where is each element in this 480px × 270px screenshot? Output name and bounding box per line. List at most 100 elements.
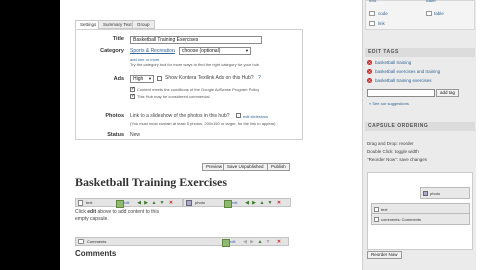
tag-input[interactable] — [367, 89, 435, 97]
delete-icon[interactable]: ✕ — [276, 200, 282, 206]
arrow-down-icon[interactable]: ▼ — [267, 200, 273, 206]
capsule-type-label: text — [86, 200, 93, 205]
arrow-up-icon[interactable]: ▲ — [151, 200, 157, 206]
ordering-help: "Reorder Now": save changes — [367, 157, 427, 162]
order-text-label: text — [381, 207, 388, 212]
suggestions-link[interactable]: » See our suggestions — [369, 101, 409, 106]
category-value[interactable]: Sports & Recreation — [130, 48, 175, 54]
capsule-link[interactable]: text — [369, 0, 376, 3]
photos-hint: (You must must contain at least 5 photos… — [130, 121, 276, 126]
ads-value: High — [133, 76, 144, 82]
empty-capsule-text: empty capsule. — [75, 216, 109, 222]
ordering-area: photo text comments: Comments — [367, 172, 473, 250]
comments-heading: Comments — [75, 249, 117, 258]
comments-icon — [78, 239, 84, 244]
delete-icon[interactable]: ✕ — [276, 239, 282, 245]
arrow-up-icon[interactable]: ▲ — [257, 239, 263, 245]
category-hint: Try the category tool for more ways to f… — [130, 62, 260, 67]
capsule-type-label: photo — [195, 200, 206, 205]
title-input[interactable]: Basketball Training Exercises — [130, 36, 262, 44]
order-item-comments[interactable]: comments: Comments — [371, 213, 470, 225]
chevron-down-icon: ▼ — [148, 76, 152, 81]
hub-title: Basketball Training Exercises — [75, 175, 228, 189]
edit-capsule-button[interactable]: edit — [224, 200, 237, 208]
arrow-left-icon[interactable]: ◀ — [242, 239, 248, 245]
ads-text: Show Kontera Textlink Ads on this Hub? — [165, 75, 254, 81]
commercial-text: This Hub may be considered commercial — [137, 94, 210, 99]
tag-item[interactable]: ✕ basketball training exercises — [367, 78, 432, 84]
text-icon — [374, 207, 379, 212]
arrow-down-icon[interactable]: ▼ — [265, 239, 271, 245]
edit-slideshow-link[interactable]: edit slideshow — [243, 114, 268, 119]
arrow-right-icon[interactable]: ▶ — [249, 239, 255, 245]
arrow-right-icon[interactable]: ▶ — [143, 200, 149, 206]
adsense-checkbox[interactable] — [130, 86, 135, 92]
settings-form: Title Basketball Training Exercises Cate… — [75, 29, 303, 140]
ads-select[interactable]: High ▼ — [130, 75, 154, 83]
commercial-checkbox[interactable] — [130, 93, 135, 99]
subcategory-value: choose (optional) — [182, 48, 221, 54]
title-label: Title — [112, 36, 124, 42]
arrow-down-icon[interactable]: ▼ — [159, 200, 165, 206]
arrow-up-icon[interactable]: ▲ — [259, 200, 265, 206]
remove-tag-icon[interactable]: ✕ — [367, 69, 372, 75]
remove-tag-icon[interactable]: ✕ — [367, 60, 372, 66]
order-comments-label: comments: Comments — [381, 217, 422, 222]
add-tag-button[interactable]: add tag — [436, 89, 460, 97]
suggestions-label: See our suggestions — [372, 101, 409, 106]
tag-label: basketball exercises and training — [375, 69, 441, 74]
capsule-link[interactable]: code — [378, 11, 388, 16]
comments-icon — [374, 217, 379, 222]
photos-text: Link to a slideshow of the photos in thi… — [130, 113, 230, 119]
remove-tag-icon[interactable]: ✕ — [367, 78, 372, 84]
arrow-right-icon[interactable]: ▶ — [251, 200, 257, 206]
table-icon — [426, 11, 432, 16]
delete-icon[interactable]: ✕ — [168, 200, 174, 206]
instruction-post: above to add content to this — [96, 209, 159, 215]
edit-capsule-button[interactable]: edit — [116, 200, 129, 208]
order-item-photo[interactable]: photo — [420, 187, 470, 199]
ads-label: Ads — [113, 76, 124, 82]
capsule-picker: text code link table table — [365, 0, 475, 30]
help-icon[interactable]: ? — [258, 75, 261, 81]
publish-button[interactable]: Publish — [267, 163, 290, 171]
save-unpublished-button[interactable]: Save Unpublished — [223, 163, 268, 171]
slideshow-checkbox[interactable] — [236, 113, 241, 118]
code-icon — [369, 11, 375, 16]
arrow-left-icon[interactable]: ◀ — [136, 200, 142, 206]
capsule-link[interactable]: link — [378, 21, 385, 26]
capsule-ordering-heading: CAPSULE ORDERING — [365, 122, 475, 131]
reorder-now-button[interactable]: Reorder Now — [367, 251, 402, 259]
page: Settings Summary Text Group Title Basket… — [60, 0, 480, 270]
photos-label: Photos — [105, 113, 124, 119]
capsule-instructions: Click edit above to add content to this — [75, 209, 159, 215]
ordering-help: Drag and Drop: reorder — [367, 141, 414, 146]
photo-icon — [423, 191, 428, 196]
category-label: Category — [100, 48, 124, 54]
instruction-bold: edit — [87, 209, 97, 215]
sidebar: text code link table table EDIT TAGS ✕ ba… — [362, 0, 476, 270]
capsule-link[interactable]: table — [434, 11, 444, 16]
arrow-left-icon[interactable]: ◀ — [244, 200, 250, 206]
chevron-down-icon: ▼ — [245, 48, 249, 53]
tab-summary-text[interactable]: Summary Text — [98, 20, 137, 29]
text-capsule-toolbar: text edit ◀ ▶ ▲ ▼ ✕ — [75, 198, 183, 208]
status-value: New — [130, 132, 141, 138]
link-icon — [369, 21, 375, 26]
subcategory-select[interactable]: choose (optional) ▼ — [179, 47, 251, 55]
status-label: Status — [107, 132, 124, 138]
edit-capsule-button[interactable]: edit — [222, 239, 235, 247]
tab-group[interactable]: Group — [132, 20, 155, 29]
instruction-pre: Click — [75, 209, 88, 215]
tag-item[interactable]: ✕ basketball training — [367, 60, 411, 66]
photo-capsule-toolbar: photo edit ◀ ▶ ▲ ▼ ✕ — [183, 198, 291, 208]
text-icon — [78, 200, 83, 206]
photo-icon — [186, 200, 192, 206]
adsense-text: Content meets the conditions of the Goog… — [137, 87, 260, 92]
capsule-link[interactable]: table — [426, 0, 436, 3]
tag-item[interactable]: ✕ basketball exercises and training — [367, 69, 441, 75]
category-arrow: → — [171, 48, 176, 54]
ordering-help: Double Click: toggle width — [367, 149, 419, 154]
capsule-type-label: Comments — [87, 239, 107, 244]
ads-checkbox[interactable] — [157, 76, 162, 81]
